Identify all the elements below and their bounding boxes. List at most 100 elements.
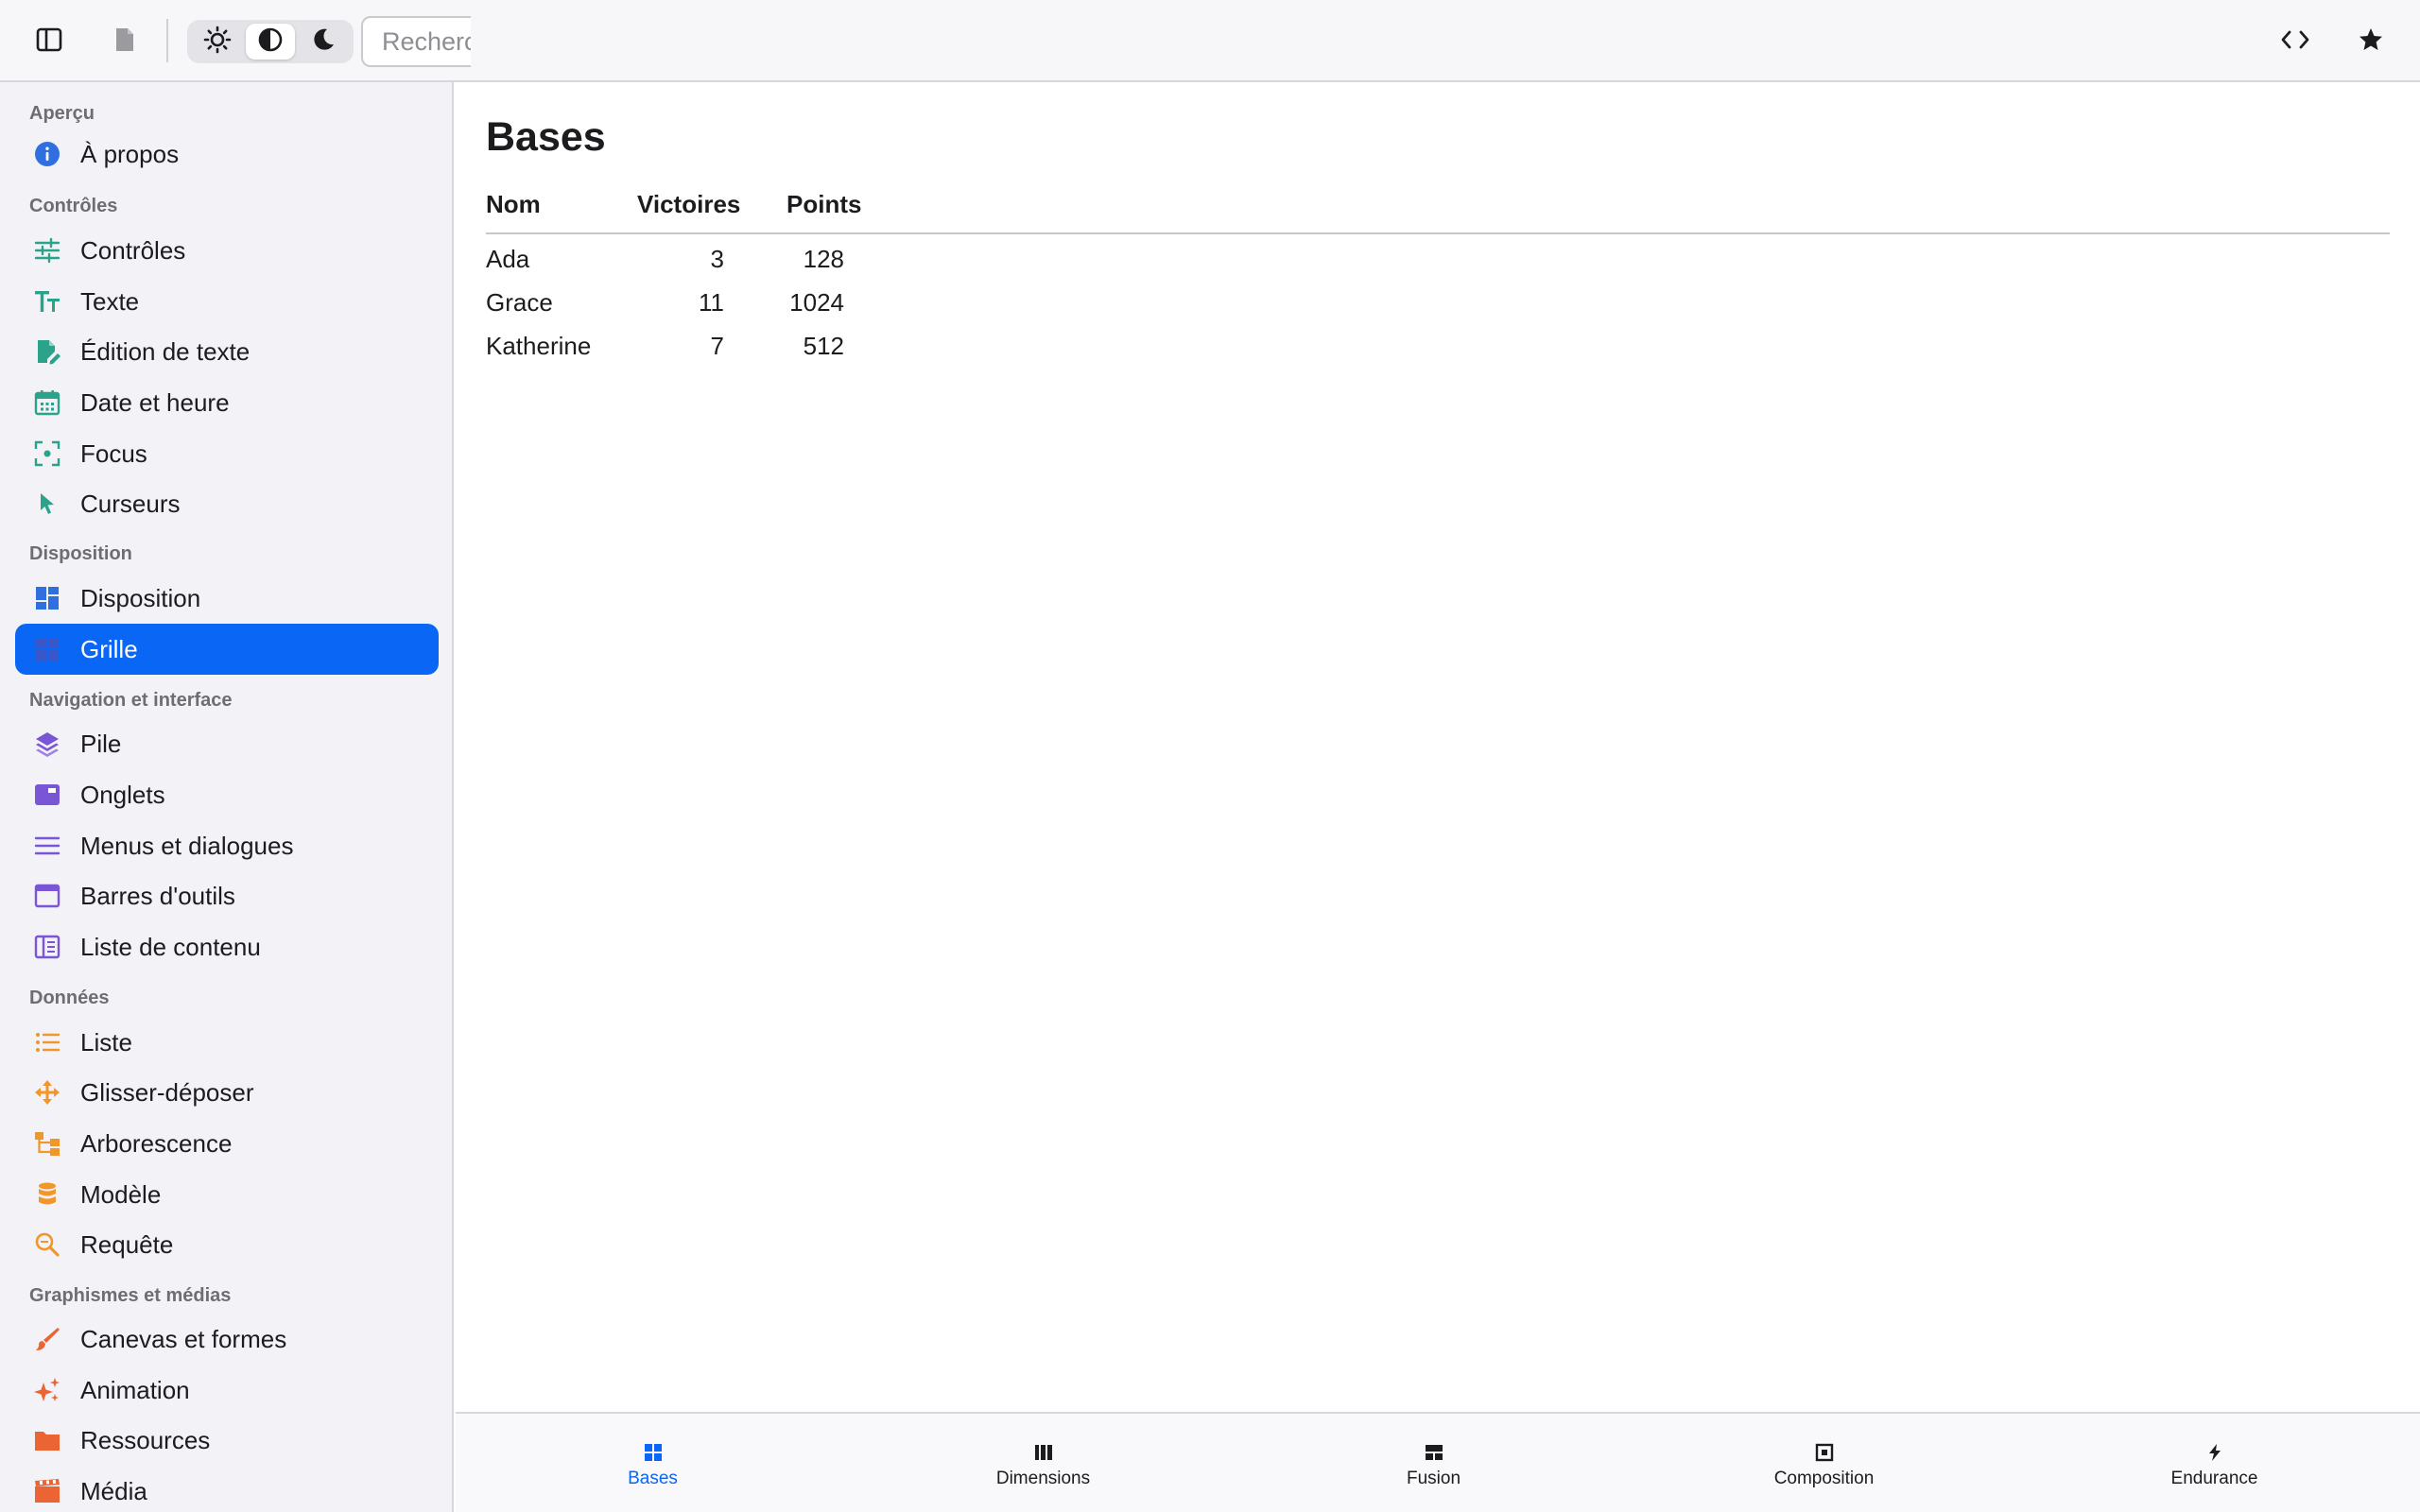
sidebar-item-date-heure[interactable]: Date et heure (15, 377, 439, 428)
sidebar-item-label: Liste (80, 1027, 132, 1057)
sidebar-item-edition-texte[interactable]: Édition de texte (15, 326, 439, 377)
sidebar-item-focus[interactable]: Focus (15, 428, 439, 479)
sidebar-item-label: Date et heure (80, 387, 230, 417)
sidebar-item-disposition[interactable]: Disposition (15, 573, 439, 624)
code-brackets-icon (2281, 28, 2309, 56)
appearance-segmented-control (187, 20, 354, 63)
auto-mode-button[interactable] (246, 24, 295, 60)
sidebar-item-label: Onglets (80, 780, 165, 809)
sidebar-item-label: Barres d'outils (80, 881, 235, 910)
document-button[interactable] (100, 17, 149, 66)
section-title-apercu: Aperçu (29, 103, 95, 124)
sidebar-icon (36, 27, 62, 57)
sidebar-item-label: Pile (80, 729, 122, 758)
document-edit-icon (34, 338, 60, 365)
sidebar-item-modele[interactable]: Modèle (15, 1169, 439, 1220)
tab-endurance[interactable]: Endurance (2019, 1414, 2410, 1512)
tab-composition[interactable]: Composition (1629, 1414, 2019, 1512)
database-icon (34, 1181, 60, 1208)
sidebar-item-curseurs[interactable]: Curseurs (15, 478, 439, 529)
tab-label: Bases (628, 1469, 678, 1488)
bolt-icon (2204, 1442, 2225, 1463)
cell-victoires: 11 (699, 288, 724, 317)
grid-four-icon (643, 1442, 664, 1463)
sidebar-item-label: Liste de contenu (80, 932, 261, 961)
sidebar-item-label: Média (80, 1476, 147, 1505)
sidebar-item-label: Animation (80, 1375, 190, 1404)
text-size-icon (34, 288, 60, 315)
drag-move-icon (34, 1079, 60, 1106)
sidebar-item-a-propos[interactable]: À propos (15, 129, 439, 180)
sliders-icon (34, 237, 60, 264)
moon-icon (311, 27, 336, 57)
cell-nom: Ada (486, 245, 530, 273)
search-query-icon (34, 1231, 60, 1258)
cursor-arrow-icon (34, 490, 60, 517)
sidebar-item-label: Contrôles (80, 235, 186, 265)
tabs-icon (34, 782, 60, 808)
layout-grid-icon (34, 585, 60, 611)
sidebar-item-liste[interactable]: Liste (15, 1017, 439, 1068)
light-mode-button[interactable] (193, 24, 242, 60)
cell-victoires: 3 (710, 245, 724, 273)
sidebar-item-barres-outils[interactable]: Barres d'outils (15, 870, 439, 921)
sidebar-item-grille[interactable]: Grille (15, 624, 439, 675)
tab-label: Fusion (1406, 1469, 1461, 1488)
sidebar-item-requete[interactable]: Requête (15, 1219, 439, 1270)
focus-icon (34, 440, 60, 467)
sidebar-item-label: Canevas et formes (80, 1324, 287, 1353)
folder-icon (34, 1427, 60, 1453)
top-toolbar (0, 0, 2420, 82)
sidebar-item-label: Grille (80, 634, 138, 663)
sidebar-item-animation[interactable]: Animation (15, 1365, 439, 1416)
cell-points: 1024 (789, 288, 844, 317)
section-title-controles: Contrôles (29, 196, 118, 216)
tab-bases[interactable]: Bases (458, 1414, 848, 1512)
sidebar-item-label: Menus et dialogues (80, 831, 294, 860)
tab-dimensions[interactable]: Dimensions (848, 1414, 1238, 1512)
section-title-graphismes: Graphismes et médias (29, 1285, 232, 1306)
column-header-victoires: Victoires (637, 190, 741, 218)
sidebar-item-liste-contenu[interactable]: Liste de contenu (15, 921, 439, 972)
toolbar-divider (166, 19, 168, 62)
sidebar-item-ressources[interactable]: Ressources (15, 1415, 439, 1466)
calendar-icon (34, 389, 60, 416)
contrast-icon (257, 26, 284, 58)
sidebar-item-label: Disposition (80, 583, 201, 612)
content-list-icon (34, 934, 60, 960)
sidebar-item-menus-dialogues[interactable]: Menus et dialogues (15, 820, 439, 871)
sidebar-item-media[interactable]: Média (15, 1466, 439, 1512)
sidebar-item-arborescence[interactable]: Arborescence (15, 1118, 439, 1169)
section-title-disposition: Disposition (29, 543, 132, 564)
view-source-button[interactable] (2271, 17, 2320, 66)
star-icon (2358, 26, 2384, 58)
sidebar-item-glisser-deposer[interactable]: Glisser-déposer (15, 1067, 439, 1118)
sidebar-item-label: Modèle (80, 1179, 162, 1209)
section-title-donnees: Données (29, 988, 110, 1008)
tab-fusion[interactable]: Fusion (1238, 1414, 1629, 1512)
search-input[interactable] (361, 16, 471, 67)
grid-icon (34, 636, 60, 662)
tab-label: Endurance (2170, 1469, 2258, 1488)
sidebar-item-texte[interactable]: Texte (15, 276, 439, 327)
sidebar-item-canevas-formes[interactable]: Canevas et formes (15, 1314, 439, 1365)
main-content: Bases Nom Victoires Points Ada 3 128 Gra… (456, 82, 2420, 1412)
cell-nom: Katherine (486, 332, 592, 360)
tree-icon (34, 1130, 60, 1157)
cell-nom: Grace (486, 288, 553, 317)
menu-lines-icon (34, 833, 60, 859)
favorite-button[interactable] (2346, 17, 2395, 66)
tab-label: Dimensions (995, 1469, 1091, 1488)
sidebar-toggle-button[interactable] (25, 17, 74, 66)
toolbar-window-icon (34, 883, 60, 909)
column-header-nom: Nom (486, 190, 541, 218)
columns-icon (1033, 1442, 1054, 1463)
dark-mode-button[interactable] (299, 24, 348, 60)
sidebar-item-label: Curseurs (80, 489, 181, 518)
sidebar-item-pile[interactable]: Pile (15, 718, 439, 769)
sidebar-item-onglets[interactable]: Onglets (15, 769, 439, 820)
stack-layers-icon (34, 730, 60, 757)
sidebar-item-label: Texte (80, 286, 140, 316)
film-icon (34, 1478, 60, 1504)
sidebar-item-controles[interactable]: Contrôles (15, 225, 439, 276)
